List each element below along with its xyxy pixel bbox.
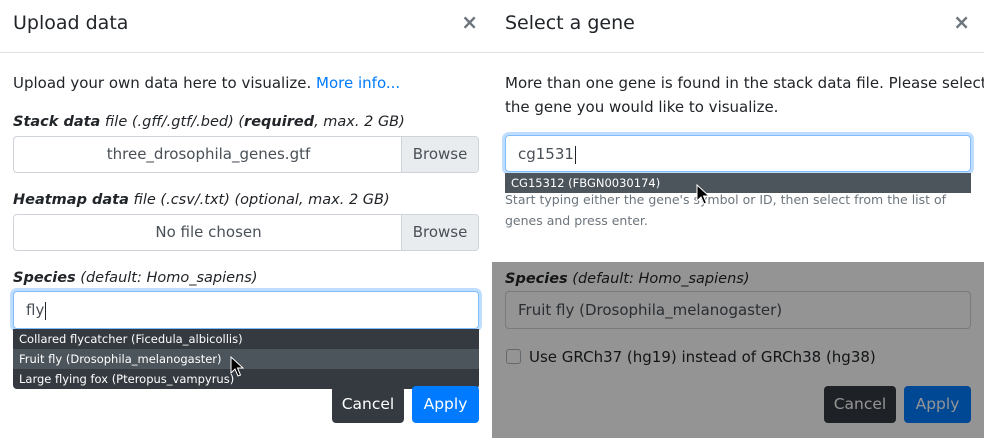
upload-dialog-header: Upload data × [0, 0, 492, 53]
heatmap-data-file-input[interactable]: No file chosen Browse [13, 214, 479, 251]
heatmap-data-filename: No file chosen [155, 223, 262, 241]
heatmap-data-label-bold: Heatmap data [13, 192, 129, 208]
text-caret [45, 301, 47, 320]
upload-intro: Upload your own data here to visualize. … [13, 71, 400, 95]
gene-input[interactable]: cg1531 [505, 135, 971, 172]
species-label-bold: Species [13, 270, 76, 286]
species-label: Species (default: Homo_sapiens) [13, 270, 257, 286]
more-info-link[interactable]: More info... [316, 74, 400, 92]
upload-apply-button[interactable]: Apply [412, 386, 479, 423]
species-label-rest: (default: Homo_sapiens) [75, 270, 258, 286]
stack-data-filename: three_drosophila_genes.gtf [106, 145, 311, 163]
stack-data-label-mid: file (.gff/.gtf/.bed) ( [100, 114, 245, 130]
close-icon[interactable]: × [461, 10, 478, 34]
gene-description-line2: the gene you would like to visualize. [505, 98, 779, 116]
stack-data-label: Stack data file (.gff/.gtf/.bed) (requir… [13, 114, 405, 130]
upload-dialog-title: Upload data [13, 12, 129, 34]
gene-dialog-title: Select a gene [505, 12, 635, 34]
upload-intro-text: Upload your own data here to visualize. [13, 74, 312, 92]
upload-data-dialog: Upload data × Upload your own data here … [0, 0, 492, 438]
modal-backdrop [492, 262, 984, 438]
heatmap-data-label: Heatmap data file (.csv/.txt) (optional,… [13, 192, 390, 208]
species-suggestion-item[interactable]: Fruit fly (Drosophila_melanogaster) [13, 349, 479, 369]
species-input-value: fly [26, 301, 45, 319]
heatmap-data-label-rest: file (.csv/.txt) (optional, max. 2 GB) [128, 192, 390, 208]
gene-dialog-header: Select a gene × [492, 0, 984, 53]
stack-data-browse-button[interactable]: Browse [401, 137, 478, 172]
species-suggestion-item[interactable]: Collared flycatcher (Ficedula_albicollis… [13, 329, 479, 349]
heatmap-data-browse-button[interactable]: Browse [401, 215, 478, 250]
stack-data-label-required: required [244, 114, 315, 130]
species-input[interactable]: fly [13, 291, 479, 329]
text-caret [574, 145, 576, 164]
gene-input-value: cg1531 [518, 145, 574, 163]
select-gene-dialog: Select a gene × More than one gene is fo… [492, 0, 984, 438]
upload-cancel-button[interactable]: Cancel [332, 386, 404, 423]
gene-help-line2: genes and press enter. [505, 213, 648, 228]
stack-data-file-input[interactable]: three_drosophila_genes.gtf Browse [13, 136, 479, 173]
mouse-pointer-icon [696, 184, 710, 205]
gene-help-line1: Start typing either the gene's symbol or… [505, 192, 947, 207]
gene-description-line1: More than one gene is found in the stack… [505, 74, 984, 92]
species-suggestion-item[interactable]: Large flying fox (Pteropus_vampyrus) [13, 369, 479, 389]
mouse-pointer-icon [230, 356, 244, 377]
stack-data-label-bold: Stack data [13, 114, 101, 130]
close-icon[interactable]: × [953, 10, 970, 34]
species-suggestions: Collared flycatcher (Ficedula_albicollis… [13, 329, 479, 389]
stack-data-label-end: , max. 2 GB) [314, 114, 405, 130]
